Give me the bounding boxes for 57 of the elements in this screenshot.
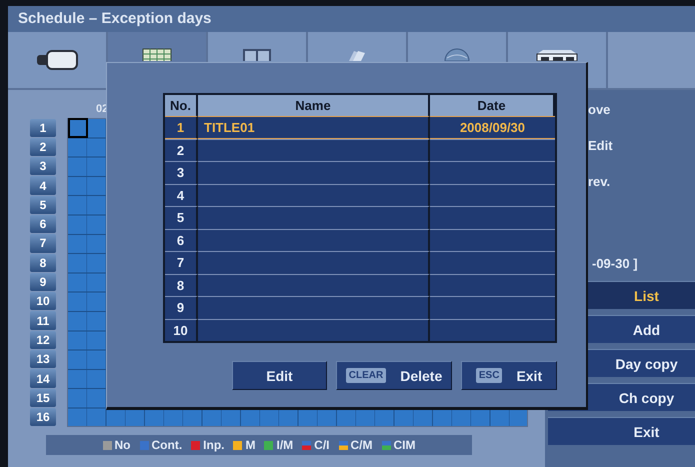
channel-label[interactable]: 15 [30,388,56,407]
row-number[interactable]: 9 [165,296,198,318]
row-number[interactable]: 6 [165,228,198,251]
key-badge: CLEAR [346,368,386,383]
camera-icon [35,49,79,71]
channel-label[interactable]: 7 [30,234,56,253]
row-number[interactable]: 7 [165,251,198,274]
row-number[interactable]: 8 [165,274,198,296]
channel-label[interactable]: 3 [30,157,56,176]
channel-label[interactable]: 12 [30,330,56,350]
channel-label[interactable]: 13 [30,350,56,368]
channel-label[interactable]: 2 [30,138,56,156]
dialog-button[interactable]: Edit [232,361,327,390]
hint-text: Edit [588,138,613,153]
recorder-icon [535,48,579,61]
row-number[interactable]: 5 [165,206,198,228]
channel-label[interactable]: 4 [30,176,56,195]
column-header: Date [430,95,555,116]
channel-label[interactable]: 5 [30,196,56,214]
row-number[interactable]: 10 [165,318,198,341]
channel-label[interactable]: 10 [30,292,56,310]
row-number[interactable]: 1 [165,116,198,138]
legend-label: C/I [314,438,330,452]
row-number[interactable]: 2 [165,138,198,161]
channel-label[interactable]: 1 [30,118,56,137]
hint-text: ove [588,102,610,117]
side-button[interactable]: Exit [548,417,695,445]
legend-label: Cont. [152,438,182,452]
stack-icon [347,48,367,61]
legend-label: CIM [394,438,416,452]
legend-label: No [114,438,130,452]
legend-label: I/M [276,438,294,452]
channel-label[interactable]: 8 [30,254,56,272]
row-number[interactable]: 4 [165,184,198,206]
channel-label[interactable]: 16 [30,408,56,426]
column-header: No. [165,95,198,116]
dialog-button[interactable]: CLEAR Delete [336,361,452,390]
legend-label: M [245,438,256,452]
channel-label[interactable]: 6 [30,214,56,234]
row-number[interactable]: 3 [165,161,198,184]
calendar-icon [142,48,172,61]
table-cell: 2008/09/30 [430,116,555,138]
column-header: Name [198,95,430,116]
table-cell: TITLE01 [198,116,430,138]
channel-label[interactable]: 9 [30,272,56,292]
dialog-button[interactable]: ESC Exit [461,361,557,390]
legend-label: C/M [350,438,372,452]
channel-label[interactable]: 14 [30,369,56,388]
tab[interactable] [8,32,108,88]
channel-label[interactable]: 11 [30,311,56,330]
key-badge: ESC [476,368,502,383]
date-range: -09-30 ] [592,256,638,271]
hint-text: rev. [588,174,610,189]
legend-label: Inp. [203,438,224,452]
globe-icon [442,48,472,61]
window-title: Schedule – Exception days [8,6,695,32]
window-icon [242,48,272,61]
